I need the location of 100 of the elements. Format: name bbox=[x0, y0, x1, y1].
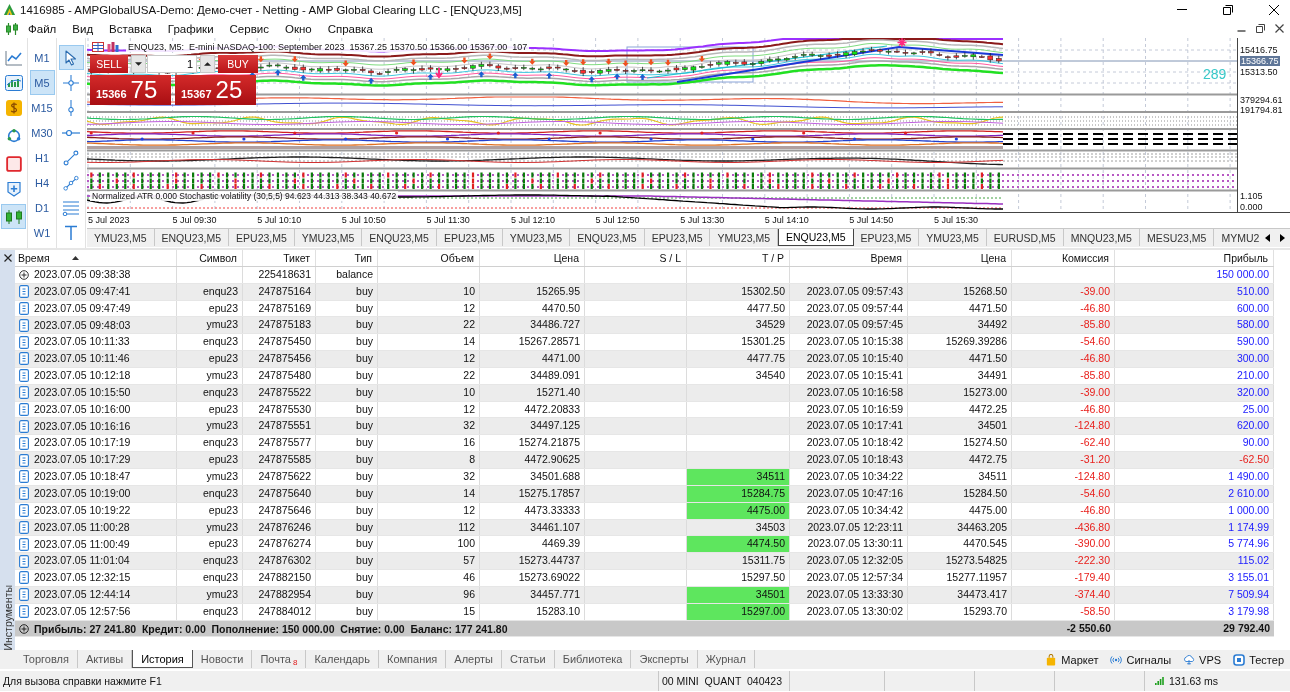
table-cell: 4472.75 bbox=[908, 452, 1012, 468]
tool-button[interactable] bbox=[58, 45, 84, 70]
menu-item[interactable]: Окно bbox=[276, 19, 320, 38]
column-header[interactable]: S / L bbox=[585, 250, 687, 266]
toolbar-button[interactable] bbox=[1, 204, 26, 229]
service-button[interactable]: VPS bbox=[1177, 650, 1228, 669]
column-header[interactable]: Время bbox=[790, 250, 908, 266]
service-button[interactable]: Сигналы bbox=[1104, 650, 1178, 669]
table-cell: 2023.07.05 12:57:34 bbox=[790, 570, 908, 586]
chart-tab[interactable]: YMU23,M5 bbox=[919, 229, 987, 246]
panel-tab[interactable]: Компания bbox=[378, 650, 447, 668]
close-icon[interactable] bbox=[1269, 4, 1279, 15]
plus-icon bbox=[4, 180, 23, 197]
chart-tab[interactable]: YMU23,M5 bbox=[502, 229, 571, 246]
table-cell: 4477.75 bbox=[687, 351, 790, 367]
panel-tab[interactable]: Статьи bbox=[502, 650, 555, 668]
column-header[interactable]: Цена bbox=[908, 250, 1012, 266]
parallel-lines-icon bbox=[62, 199, 80, 216]
timeframe-button[interactable]: W1 bbox=[29, 220, 55, 245]
sort-ascending-icon bbox=[71, 256, 79, 260]
chart-tab[interactable]: MESU23,M5 bbox=[1139, 229, 1215, 246]
chart-tab[interactable]: MNQU23,M5 bbox=[1063, 229, 1140, 246]
menu-item[interactable]: Сервис bbox=[221, 19, 277, 38]
table-cell: 2023.07.05 10:47:16 bbox=[790, 485, 908, 502]
column-header[interactable]: Время bbox=[15, 250, 177, 266]
table-cell: 1 174.99 bbox=[1115, 519, 1274, 536]
minimize-icon[interactable] bbox=[1237, 30, 1246, 32]
close-icon[interactable] bbox=[3, 254, 12, 262]
table-cell: 247876274 bbox=[243, 536, 316, 553]
document-icon bbox=[19, 352, 29, 366]
table-cell: 1 000.00 bbox=[1115, 502, 1274, 519]
column-header[interactable]: Тикет bbox=[243, 250, 316, 266]
chart-tab[interactable]: YMU23,M5 bbox=[294, 229, 363, 246]
table-cell: -46.80 bbox=[1012, 401, 1115, 418]
table-cell: -58.50 bbox=[1012, 603, 1115, 620]
chart-tab[interactable]: ENQU23,M5 bbox=[778, 229, 854, 246]
panel-tab[interactable]: Журнал bbox=[697, 650, 755, 668]
chart-tab[interactable]: EPU23,M5 bbox=[436, 229, 503, 246]
menu-item[interactable]: Вид bbox=[64, 19, 102, 38]
candlestick-icon bbox=[5, 21, 19, 36]
caret-left-icon[interactable] bbox=[1265, 234, 1270, 242]
restore-icon[interactable] bbox=[1223, 4, 1233, 15]
table-cell: 15297.50 bbox=[687, 570, 790, 586]
menu-item[interactable]: Справка bbox=[319, 19, 381, 38]
menu-item[interactable]: Файл bbox=[23, 19, 65, 38]
chart-tab[interactable]: EURUSD,M5 bbox=[986, 229, 1064, 246]
chart-tab[interactable]: EPU23,M5 bbox=[853, 229, 920, 246]
timeframe-button[interactable]: M5 bbox=[29, 70, 55, 95]
restore-icon[interactable] bbox=[1256, 24, 1265, 33]
document-icon bbox=[19, 520, 29, 534]
column-header[interactable]: Комиссия bbox=[1012, 250, 1115, 266]
chart-tab[interactable]: ENQU23,M5 bbox=[154, 229, 230, 246]
timeframe-button[interactable]: H1 bbox=[29, 145, 55, 170]
timeframe-button[interactable]: M1 bbox=[29, 45, 55, 70]
document-icon bbox=[19, 285, 29, 299]
table-cell: -46.80 bbox=[1012, 300, 1115, 317]
chart-tab[interactable]: EPU23,M5 bbox=[644, 229, 711, 246]
timeframe-button[interactable]: D1 bbox=[29, 195, 55, 220]
column-header[interactable]: Объем bbox=[378, 250, 480, 266]
chart-tab[interactable]: EPU23,M5 bbox=[229, 229, 295, 246]
timeframe-button[interactable]: M15 bbox=[29, 95, 55, 120]
panel-tab[interactable]: Алерты bbox=[446, 650, 502, 668]
panel-tab[interactable]: История bbox=[132, 650, 193, 668]
table-cell: 2023.07.05 10:11:46 bbox=[34, 351, 130, 367]
menu-item[interactable]: Вставка bbox=[101, 19, 160, 38]
table-cell: 15302.50 bbox=[687, 283, 790, 300]
chart-tab[interactable]: MYMU2 bbox=[1214, 229, 1260, 246]
service-button[interactable]: Маркет bbox=[1039, 650, 1105, 669]
table-cell: epu23 bbox=[177, 452, 243, 468]
panel-tab[interactable]: Календарь bbox=[306, 650, 379, 668]
menu-item[interactable]: Графики bbox=[159, 19, 222, 38]
timeframe-button[interactable]: H4 bbox=[29, 170, 55, 195]
close-icon[interactable] bbox=[1275, 24, 1284, 33]
time-axis-label: 5 Jul 14:10 bbox=[764, 214, 810, 227]
table-cell: enqu23 bbox=[177, 435, 243, 452]
service-button[interactable]: Тестер bbox=[1227, 650, 1290, 669]
chart-tab[interactable]: ENQU23,M5 bbox=[570, 229, 645, 246]
document-icon bbox=[19, 453, 29, 467]
column-header[interactable]: Прибыль bbox=[1115, 250, 1274, 266]
chart-tab[interactable]: YMU23,M5 bbox=[87, 229, 155, 246]
column-header[interactable]: T / P bbox=[687, 250, 790, 266]
panel-tab[interactable]: Торговля bbox=[15, 650, 78, 668]
table-cell: 2023.07.05 10:17:29 bbox=[34, 452, 131, 468]
column-header[interactable]: Тип bbox=[316, 250, 378, 266]
panel-tab[interactable]: Эксперты bbox=[631, 650, 698, 668]
chart-tab[interactable]: ENQU23,M5 bbox=[362, 229, 437, 246]
table-cell: -54.60 bbox=[1012, 485, 1115, 502]
document-icon bbox=[19, 504, 29, 518]
table-cell: 5 774.96 bbox=[1115, 536, 1274, 553]
timeframe-button[interactable]: M30 bbox=[29, 120, 55, 145]
panel-tab[interactable]: Библиотека bbox=[554, 650, 632, 668]
column-header[interactable]: Символ bbox=[177, 250, 243, 266]
document-icon bbox=[19, 419, 29, 433]
panel-tab[interactable]: Новости bbox=[192, 650, 253, 668]
caret-right-icon[interactable] bbox=[1280, 234, 1285, 242]
table-cell: 580.00 bbox=[1115, 317, 1274, 334]
column-header[interactable]: Цена bbox=[480, 250, 585, 266]
table-cell-text: 2023.07.05 12:57:56 bbox=[34, 603, 131, 619]
table-cell: 4471.00 bbox=[480, 351, 585, 367]
table-cell: 2023.07.05 10:16:58 bbox=[790, 384, 908, 401]
